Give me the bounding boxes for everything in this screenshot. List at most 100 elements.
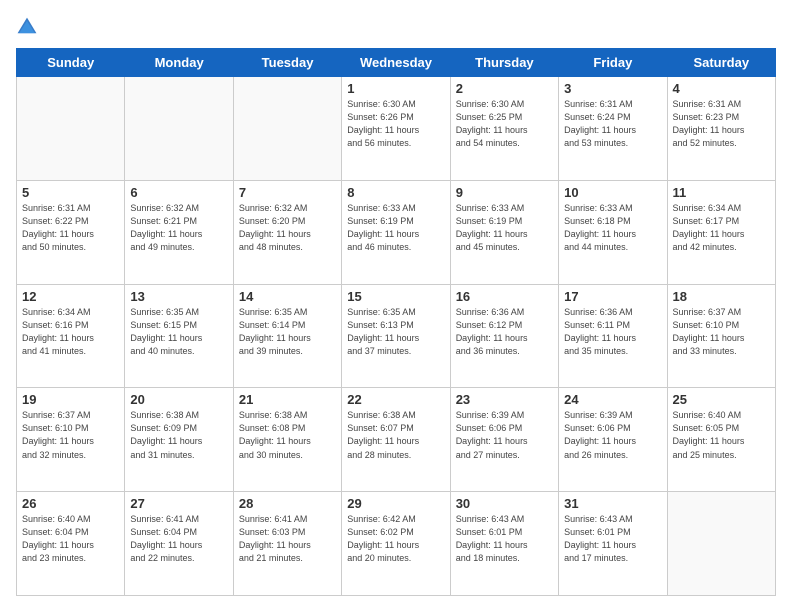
day-info: Sunrise: 6:30 AM Sunset: 6:25 PM Dayligh… xyxy=(456,98,553,150)
day-number: 7 xyxy=(239,185,336,200)
calendar-cell: 31Sunrise: 6:43 AM Sunset: 6:01 PM Dayli… xyxy=(559,492,667,596)
day-number: 31 xyxy=(564,496,661,511)
day-info: Sunrise: 6:35 AM Sunset: 6:15 PM Dayligh… xyxy=(130,306,227,358)
weekday-header: Monday xyxy=(125,49,233,77)
calendar-cell xyxy=(233,77,341,181)
day-number: 4 xyxy=(673,81,770,96)
day-info: Sunrise: 6:39 AM Sunset: 6:06 PM Dayligh… xyxy=(456,409,553,461)
calendar-cell: 5 Sunrise: 6:31 AM Sunset: 6:22 PM Daylig… xyxy=(17,180,125,284)
calendar-cell: 18 Sunrise: 6:37 AM Sunset: 6:10 PM Dayli… xyxy=(667,284,775,388)
calendar-cell: 19 Sunrise: 6:37 AM Sunset: 6:10 PM Dayli… xyxy=(17,388,125,492)
day-number: 3 xyxy=(564,81,661,96)
calendar-cell: 14 Sunrise: 6:35 AM Sunset: 6:14 PM Dayli… xyxy=(233,284,341,388)
day-number: 21 xyxy=(239,392,336,407)
day-number: 17 xyxy=(564,289,661,304)
day-info: Sunrise: 6:39 AM Sunset: 6:06 PM Dayligh… xyxy=(564,409,661,461)
calendar-week-row: 1 Sunrise: 6:30 AM Sunset: 6:26 PM Daylig… xyxy=(17,77,776,181)
calendar-week-row: 19 Sunrise: 6:37 AM Sunset: 6:10 PM Dayli… xyxy=(17,388,776,492)
calendar-cell xyxy=(17,77,125,181)
day-info: Sunrise: 6:35 AM Sunset: 6:13 PM Dayligh… xyxy=(347,306,444,358)
calendar-cell xyxy=(125,77,233,181)
day-info: Sunrise: 6:31 AM Sunset: 6:23 PM Dayligh… xyxy=(673,98,770,150)
day-info: Sunrise: 6:32 AM Sunset: 6:21 PM Dayligh… xyxy=(130,202,227,254)
calendar-cell: 23Sunrise: 6:39 AM Sunset: 6:06 PM Dayli… xyxy=(450,388,558,492)
day-number: 25 xyxy=(673,392,770,407)
day-info: Sunrise: 6:30 AM Sunset: 6:26 PM Dayligh… xyxy=(347,98,444,150)
day-number: 13 xyxy=(130,289,227,304)
day-number: 12 xyxy=(22,289,119,304)
calendar-cell: 1 Sunrise: 6:30 AM Sunset: 6:26 PM Daylig… xyxy=(342,77,450,181)
day-info: Sunrise: 6:42 AM Sunset: 6:02 PM Dayligh… xyxy=(347,513,444,565)
day-info: Sunrise: 6:40 AM Sunset: 6:05 PM Dayligh… xyxy=(673,409,770,461)
day-info: Sunrise: 6:36 AM Sunset: 6:12 PM Dayligh… xyxy=(456,306,553,358)
calendar-cell: 30 Sunrise: 6:43 AM Sunset: 6:01 PM Dayli… xyxy=(450,492,558,596)
day-number: 19 xyxy=(22,392,119,407)
day-info: Sunrise: 6:33 AM Sunset: 6:19 PM Dayligh… xyxy=(347,202,444,254)
day-info: Sunrise: 6:38 AM Sunset: 6:09 PM Dayligh… xyxy=(130,409,227,461)
calendar-cell: 4 Sunrise: 6:31 AM Sunset: 6:23 PM Daylig… xyxy=(667,77,775,181)
day-info: Sunrise: 6:41 AM Sunset: 6:04 PM Dayligh… xyxy=(130,513,227,565)
day-number: 10 xyxy=(564,185,661,200)
day-number: 30 xyxy=(456,496,553,511)
calendar-cell: 20Sunrise: 6:38 AM Sunset: 6:09 PM Dayli… xyxy=(125,388,233,492)
day-number: 6 xyxy=(130,185,227,200)
day-info: Sunrise: 6:37 AM Sunset: 6:10 PM Dayligh… xyxy=(673,306,770,358)
calendar-week-row: 5 Sunrise: 6:31 AM Sunset: 6:22 PM Daylig… xyxy=(17,180,776,284)
day-number: 15 xyxy=(347,289,444,304)
calendar-cell xyxy=(667,492,775,596)
day-number: 27 xyxy=(130,496,227,511)
day-info: Sunrise: 6:33 AM Sunset: 6:19 PM Dayligh… xyxy=(456,202,553,254)
calendar-cell: 6 Sunrise: 6:32 AM Sunset: 6:21 PM Daylig… xyxy=(125,180,233,284)
calendar-cell: 9 Sunrise: 6:33 AM Sunset: 6:19 PM Daylig… xyxy=(450,180,558,284)
day-info: Sunrise: 6:31 AM Sunset: 6:24 PM Dayligh… xyxy=(564,98,661,150)
calendar-cell: 3 Sunrise: 6:31 AM Sunset: 6:24 PM Daylig… xyxy=(559,77,667,181)
calendar-cell: 28Sunrise: 6:41 AM Sunset: 6:03 PM Dayli… xyxy=(233,492,341,596)
calendar-cell: 25 Sunrise: 6:40 AM Sunset: 6:05 PM Dayli… xyxy=(667,388,775,492)
day-number: 22 xyxy=(347,392,444,407)
calendar-cell: 7Sunrise: 6:32 AM Sunset: 6:20 PM Daylig… xyxy=(233,180,341,284)
calendar-cell: 22 Sunrise: 6:38 AM Sunset: 6:07 PM Dayli… xyxy=(342,388,450,492)
day-info: Sunrise: 6:37 AM Sunset: 6:10 PM Dayligh… xyxy=(22,409,119,461)
day-number: 29 xyxy=(347,496,444,511)
day-info: Sunrise: 6:34 AM Sunset: 6:16 PM Dayligh… xyxy=(22,306,119,358)
header xyxy=(16,16,776,38)
day-number: 1 xyxy=(347,81,444,96)
page: SundayMondayTuesdayWednesdayThursdayFrid… xyxy=(0,0,792,612)
calendar-table: SundayMondayTuesdayWednesdayThursdayFrid… xyxy=(16,48,776,596)
calendar-cell: 2 Sunrise: 6:30 AM Sunset: 6:25 PM Daylig… xyxy=(450,77,558,181)
weekday-header: Friday xyxy=(559,49,667,77)
calendar-cell: 29 Sunrise: 6:42 AM Sunset: 6:02 PM Dayli… xyxy=(342,492,450,596)
calendar-cell: 16Sunrise: 6:36 AM Sunset: 6:12 PM Dayli… xyxy=(450,284,558,388)
calendar-week-row: 12 Sunrise: 6:34 AM Sunset: 6:16 PM Dayli… xyxy=(17,284,776,388)
day-number: 14 xyxy=(239,289,336,304)
day-number: 8 xyxy=(347,185,444,200)
day-number: 2 xyxy=(456,81,553,96)
day-number: 24 xyxy=(564,392,661,407)
weekday-header: Saturday xyxy=(667,49,775,77)
day-info: Sunrise: 6:38 AM Sunset: 6:07 PM Dayligh… xyxy=(347,409,444,461)
day-number: 5 xyxy=(22,185,119,200)
calendar-cell: 15 Sunrise: 6:35 AM Sunset: 6:13 PM Dayli… xyxy=(342,284,450,388)
calendar-cell: 21Sunrise: 6:38 AM Sunset: 6:08 PM Dayli… xyxy=(233,388,341,492)
calendar-cell: 17 Sunrise: 6:36 AM Sunset: 6:11 PM Dayli… xyxy=(559,284,667,388)
day-number: 26 xyxy=(22,496,119,511)
calendar-week-row: 26 Sunrise: 6:40 AM Sunset: 6:04 PM Dayli… xyxy=(17,492,776,596)
calendar-cell: 13 Sunrise: 6:35 AM Sunset: 6:15 PM Dayli… xyxy=(125,284,233,388)
weekday-header: Sunday xyxy=(17,49,125,77)
calendar-cell: 8 Sunrise: 6:33 AM Sunset: 6:19 PM Daylig… xyxy=(342,180,450,284)
day-info: Sunrise: 6:43 AM Sunset: 6:01 PM Dayligh… xyxy=(456,513,553,565)
day-info: Sunrise: 6:35 AM Sunset: 6:14 PM Dayligh… xyxy=(239,306,336,358)
day-info: Sunrise: 6:36 AM Sunset: 6:11 PM Dayligh… xyxy=(564,306,661,358)
day-info: Sunrise: 6:40 AM Sunset: 6:04 PM Dayligh… xyxy=(22,513,119,565)
day-number: 18 xyxy=(673,289,770,304)
weekday-header: Wednesday xyxy=(342,49,450,77)
day-number: 11 xyxy=(673,185,770,200)
logo-icon xyxy=(16,16,38,38)
day-info: Sunrise: 6:31 AM Sunset: 6:22 PM Dayligh… xyxy=(22,202,119,254)
logo xyxy=(16,16,42,38)
calendar-cell: 12 Sunrise: 6:34 AM Sunset: 6:16 PM Dayli… xyxy=(17,284,125,388)
calendar-cell: 24 Sunrise: 6:39 AM Sunset: 6:06 PM Dayli… xyxy=(559,388,667,492)
day-number: 9 xyxy=(456,185,553,200)
calendar-cell: 26 Sunrise: 6:40 AM Sunset: 6:04 PM Dayli… xyxy=(17,492,125,596)
calendar-cell: 27 Sunrise: 6:41 AM Sunset: 6:04 PM Dayli… xyxy=(125,492,233,596)
